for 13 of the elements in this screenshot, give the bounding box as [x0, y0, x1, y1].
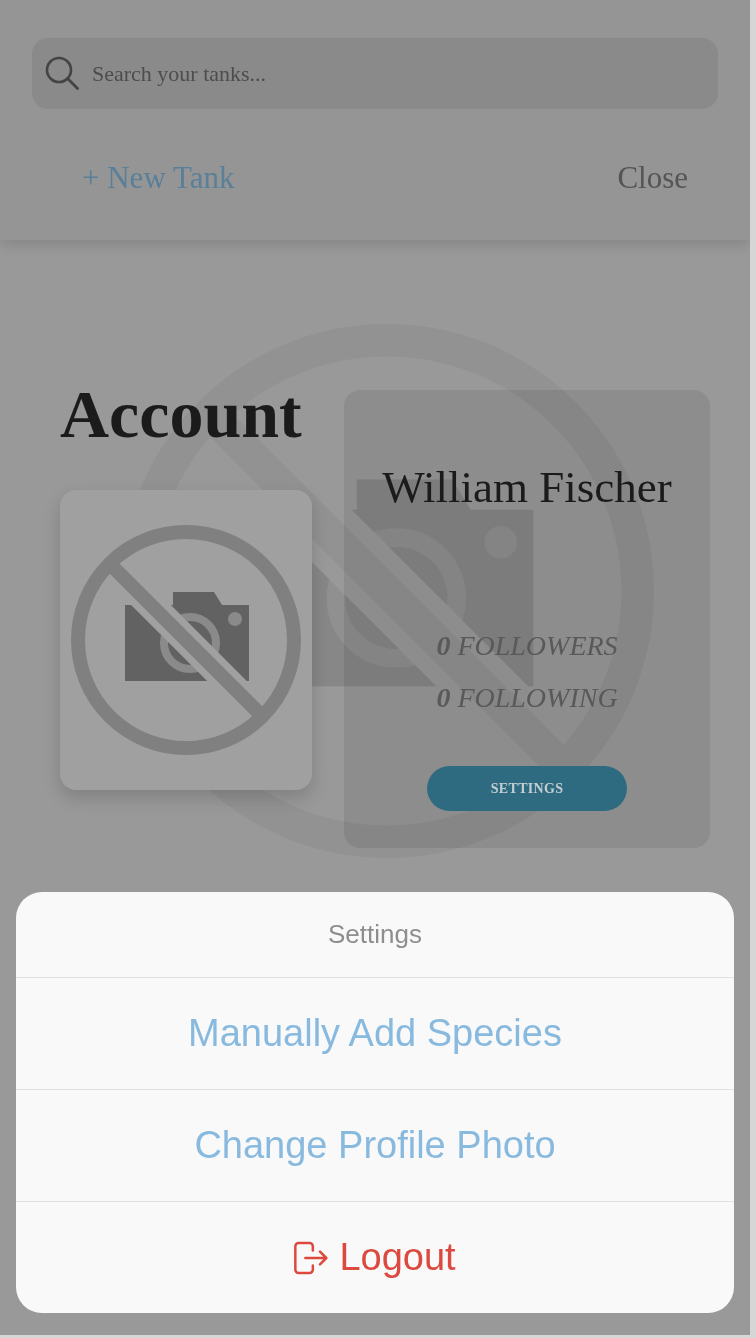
logout-icon	[294, 1240, 329, 1275]
no-photo-icon	[71, 525, 301, 755]
settings-button[interactable]: SETTINGS	[427, 766, 627, 811]
sheet-option[interactable]: Manually Add Species	[16, 977, 734, 1089]
sheet-title: Settings	[328, 918, 422, 951]
new-tank-button[interactable]: + New Tank	[82, 162, 235, 193]
sheet-option[interactable]: Change Profile Photo	[16, 1089, 734, 1201]
page-title: Account	[60, 380, 303, 448]
search-icon	[45, 56, 79, 90]
profile-name: William Fischer	[382, 465, 672, 510]
search-field[interactable]: Search your tanks...	[32, 38, 718, 109]
close-button[interactable]: Close	[617, 162, 688, 193]
logout-option[interactable]: Logout	[16, 1201, 734, 1313]
